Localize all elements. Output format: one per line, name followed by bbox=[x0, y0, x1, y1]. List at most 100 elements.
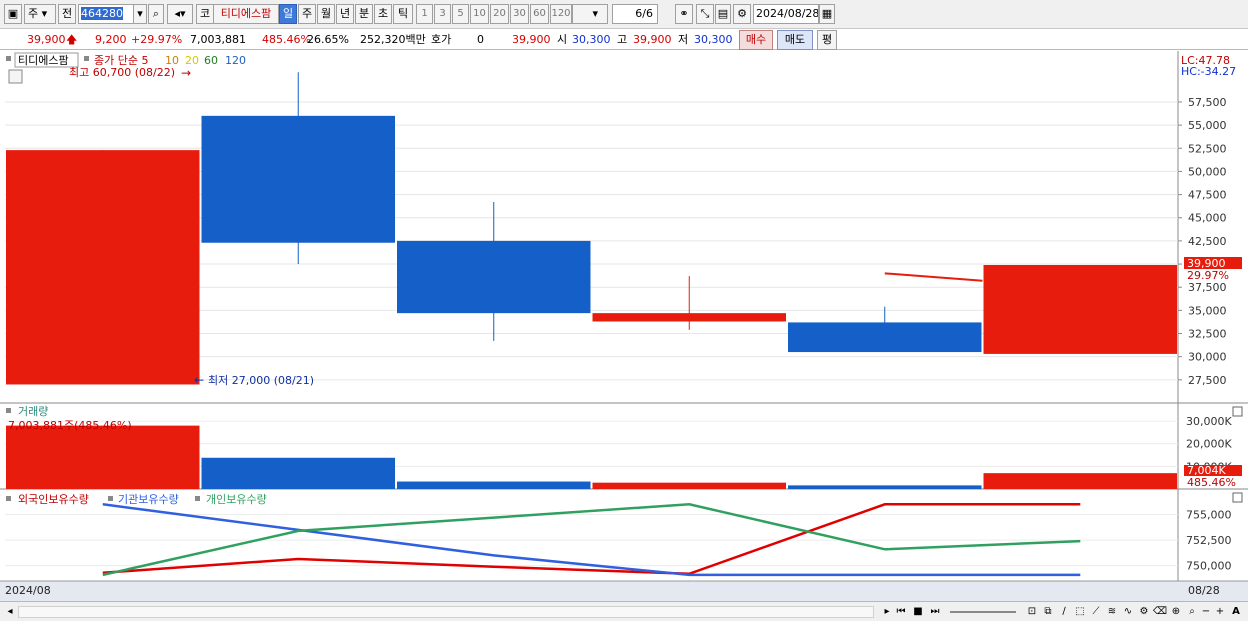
open-label: 시 bbox=[557, 33, 568, 46]
interval-select[interactable]: ▾ bbox=[572, 4, 608, 24]
trend-icon[interactable]: ⟋ bbox=[1088, 604, 1104, 620]
high-label: 고 bbox=[617, 33, 628, 46]
select-icon[interactable]: ⬚ bbox=[1072, 604, 1088, 620]
wave-icon[interactable]: ∿ bbox=[1120, 604, 1136, 620]
interval-tab-6[interactable]: 60 bbox=[530, 4, 549, 24]
average-button[interactable]: 평 bbox=[817, 30, 837, 50]
pin-icon[interactable]: ⊕ bbox=[1168, 604, 1184, 620]
hoga-value: 0 bbox=[477, 33, 484, 46]
ma-60-label: 60 bbox=[204, 54, 218, 67]
prev-button[interactable]: 전 bbox=[58, 4, 76, 24]
draw-line-icon[interactable]: ∕ bbox=[1056, 604, 1072, 620]
price-tick-label: 42,500 bbox=[1188, 235, 1227, 248]
current-price: 39,900 bbox=[27, 33, 66, 46]
rewind-icon[interactable]: ⏮ bbox=[893, 604, 909, 620]
settings-icon[interactable]: ⚙ bbox=[1136, 604, 1152, 620]
volume-readout: 7,003,881주(485.46%) bbox=[8, 419, 132, 432]
interval-tab-5[interactable]: 30 bbox=[510, 4, 529, 24]
volume-ratio: 485.46% bbox=[262, 33, 311, 46]
interval-tab-7[interactable]: 120 bbox=[550, 4, 572, 24]
up-arrow-icon: 🡅 bbox=[66, 33, 78, 46]
toolbar: ▣ 주 ▾ 전 464280 ▾ ⌕ ◂▾ 코 티디에스팜 일주월년분초틱 13… bbox=[0, 0, 1248, 29]
volume-value: 7,003,881 bbox=[190, 33, 246, 46]
price-tick-label: 45,000 bbox=[1188, 212, 1227, 225]
ma-120-label: 120 bbox=[225, 54, 246, 67]
period-tab-2[interactable]: 월 bbox=[317, 4, 335, 24]
period-tab-6[interactable]: 틱 bbox=[393, 4, 413, 24]
stop-icon[interactable]: ■ bbox=[910, 604, 926, 620]
price-tick-label: 30,000 bbox=[1188, 351, 1227, 364]
change-percent: +29.97% bbox=[131, 33, 183, 46]
quote-bar: 39,900 🡅 9,200 +29.97% 7,003,881 485.46%… bbox=[0, 29, 1248, 50]
page-indicator: 6/6 bbox=[612, 4, 658, 24]
link-icon[interactable]: ⚭ bbox=[675, 4, 693, 24]
auto-scale-icon[interactable]: A bbox=[1228, 604, 1244, 620]
price-tick-label: 52,500 bbox=[1188, 142, 1227, 155]
interval-tab-2[interactable]: 5 bbox=[452, 4, 469, 24]
sync-icon[interactable]: ⤡ bbox=[696, 4, 714, 24]
low-note-arrow-icon: ← bbox=[194, 373, 204, 387]
low-note: 최저 27,000 (08/21) bbox=[208, 374, 314, 387]
volume-bar bbox=[592, 482, 786, 489]
price-tick-label: 37,500 bbox=[1188, 281, 1227, 294]
x-start-label: 2024/08 bbox=[5, 584, 51, 597]
interval-tab-0[interactable]: 1 bbox=[416, 4, 433, 24]
fib-icon[interactable]: ≋ bbox=[1104, 604, 1120, 620]
price-panel-title: 티디에스팜 bbox=[18, 54, 69, 67]
scroll-left-icon[interactable]: ◂ bbox=[2, 604, 18, 620]
period-tab-0[interactable]: 일 bbox=[279, 4, 297, 24]
volume-close-icon[interactable] bbox=[1232, 406, 1243, 417]
price-tick-label: 35,000 bbox=[1188, 304, 1227, 317]
horizontal-scrollbar[interactable] bbox=[18, 606, 874, 618]
calculator-icon[interactable] bbox=[8, 69, 23, 84]
period-tab-5[interactable]: 초 bbox=[374, 4, 392, 24]
holding-tick-label: 755,000 bbox=[1186, 509, 1232, 522]
sell-button[interactable]: 매도 bbox=[777, 30, 813, 50]
period-tab-3[interactable]: 년 bbox=[336, 4, 354, 24]
holding-tick-label: 750,000 bbox=[1186, 560, 1232, 573]
legend-institution: 기관보유수량 bbox=[118, 493, 179, 506]
window-icon[interactable]: ⧉ bbox=[1040, 604, 1056, 620]
code-dropdown-icon[interactable]: ▾ bbox=[133, 4, 147, 24]
stock-code-input[interactable]: 464280 bbox=[78, 4, 136, 24]
candle-body bbox=[983, 264, 1177, 354]
panel-marker-icon bbox=[6, 56, 11, 61]
buy-button[interactable]: 매수 bbox=[739, 30, 773, 50]
trade-amount: 252,320백만 bbox=[360, 33, 426, 46]
save-icon[interactable]: ▤ bbox=[715, 4, 731, 24]
hoga-price: 39,900 bbox=[512, 33, 551, 46]
calendar-icon[interactable]: ▦ bbox=[819, 4, 835, 24]
volume-marker-icon bbox=[6, 408, 11, 413]
price-tick-label: 27,500 bbox=[1188, 374, 1227, 387]
hoga-label: 호가 bbox=[431, 33, 452, 46]
volume-bar bbox=[201, 457, 395, 489]
volume-bar bbox=[788, 485, 982, 489]
high-note: 최고 60,700 (08/22) bbox=[69, 66, 175, 79]
speaker-icon[interactable]: ◂▾ bbox=[167, 4, 193, 24]
play-icon[interactable]: ⏭ bbox=[927, 604, 943, 620]
turnover-rate: 26.65% bbox=[307, 33, 349, 46]
gear-icon[interactable]: ⚙ bbox=[733, 4, 751, 24]
market-select[interactable]: 주 ▾ bbox=[24, 4, 56, 24]
price-tick-label: 50,000 bbox=[1188, 165, 1227, 178]
price-tick-label: 47,500 bbox=[1188, 189, 1227, 202]
zoom-slider[interactable] bbox=[950, 611, 1016, 613]
high-note-arrow-icon: → bbox=[181, 66, 191, 80]
zoom-in-icon[interactable]: + bbox=[1212, 604, 1228, 620]
crosshair-icon[interactable]: ⊡ bbox=[1024, 604, 1040, 620]
period-tab-1[interactable]: 주 bbox=[298, 4, 316, 24]
volume-bar bbox=[6, 425, 200, 489]
interval-tab-4[interactable]: 20 bbox=[490, 4, 509, 24]
holding-close-icon[interactable] bbox=[1232, 492, 1243, 503]
window-menu-icon[interactable]: ▣ bbox=[4, 4, 22, 24]
eraser-icon[interactable]: ⌫ bbox=[1152, 604, 1168, 620]
legend-foreign: 외국인보유수량 bbox=[18, 493, 89, 506]
chart-area[interactable]: 57,500 55,000 52,500 50,000 47,500 45,000 42,5… bbox=[0, 51, 1248, 601]
search-icon[interactable]: ⌕ bbox=[148, 4, 164, 24]
date-input[interactable]: 2024/08/28 bbox=[753, 4, 819, 24]
period-tab-4[interactable]: 분 bbox=[355, 4, 373, 24]
interval-tab-1[interactable]: 3 bbox=[434, 4, 451, 24]
low-label: 저 bbox=[678, 33, 689, 46]
interval-tab-3[interactable]: 10 bbox=[470, 4, 489, 24]
legend-individual: 개인보유수량 bbox=[206, 493, 267, 506]
